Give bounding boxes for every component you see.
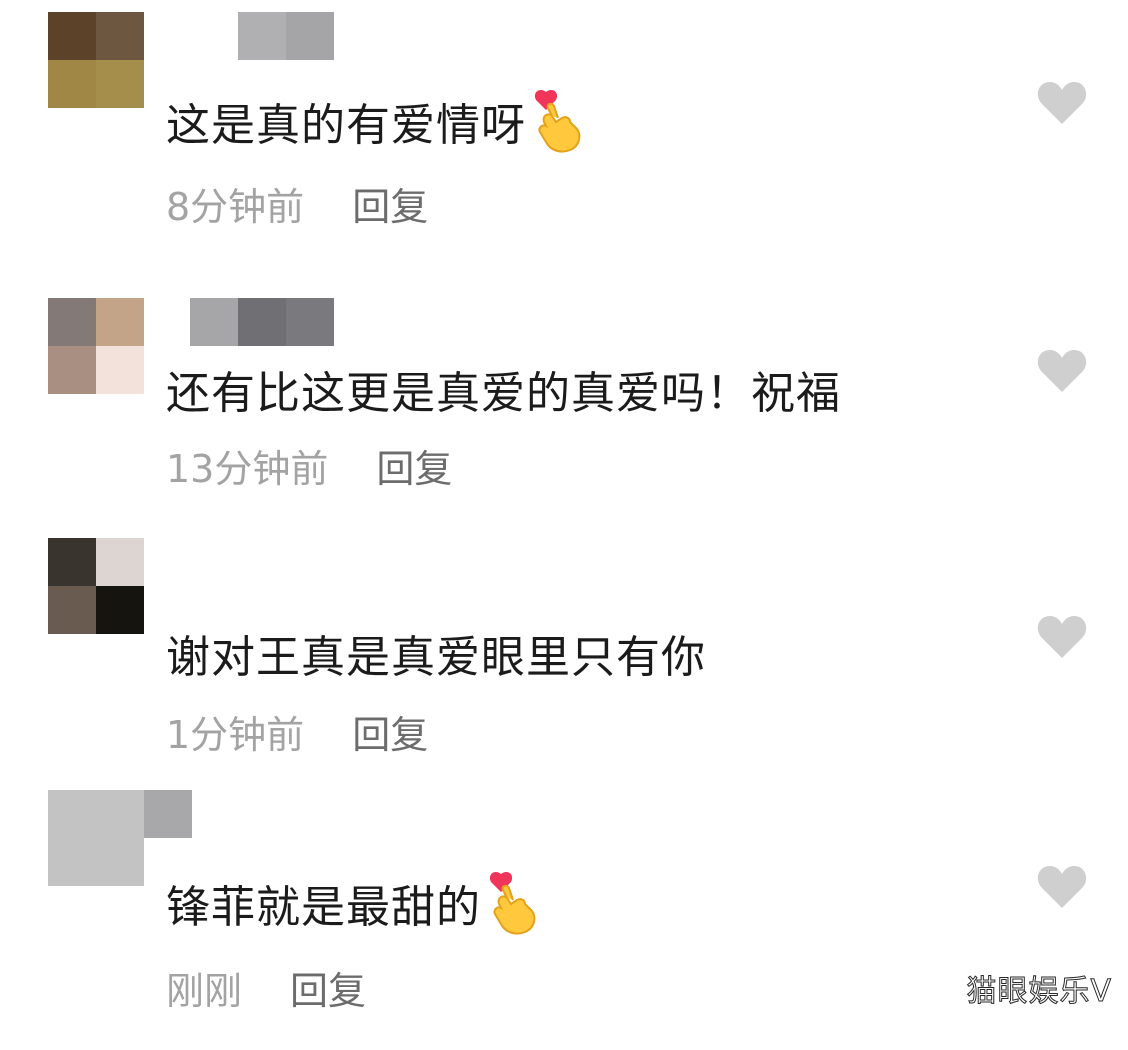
comment-item: 还有比这更是真爱的真爱吗！祝福 13分钟前 回复 (0, 298, 1128, 558)
reply-button[interactable]: 回复 (376, 438, 452, 493)
finger-heart-emoji-icon (534, 89, 581, 153)
heart-icon[interactable] (1036, 612, 1088, 660)
reply-button[interactable]: 回复 (290, 960, 366, 1015)
comment-text: 谢对王真是真爱眼里只有你 (166, 618, 706, 688)
username-blur-block (238, 12, 286, 60)
username-blurred[interactable] (190, 298, 334, 346)
comment-time: 刚刚 (166, 968, 243, 1013)
comment-meta: 13分钟前 回复 (166, 442, 452, 491)
comment-text-content: 这是真的有爱情呀 (166, 100, 526, 151)
heart-icon[interactable] (1036, 346, 1088, 394)
comment-time: 13分钟前 (166, 446, 329, 491)
comment-item: 谢对王真是真爱眼里只有你 1分钟前 回复 (0, 538, 1128, 798)
avatar[interactable] (48, 790, 144, 886)
comment-time: 1分钟前 (166, 712, 305, 757)
comment-meta: 8分钟前 回复 (166, 180, 428, 229)
username-blur-block (286, 12, 334, 60)
comment-text: 还有比这更是真爱的真爱吗！祝福 (166, 354, 841, 424)
username-blur-block (144, 790, 192, 838)
heart-icon[interactable] (1036, 862, 1088, 910)
reply-button[interactable]: 回复 (352, 176, 428, 231)
comment-text-content: 锋菲就是最甜的 (166, 882, 481, 933)
heart-icon[interactable] (1036, 78, 1088, 126)
reply-button[interactable]: 回复 (352, 704, 428, 759)
username-blurred[interactable] (144, 790, 192, 838)
comment-text-content: 还有比这更是真爱的真爱吗！祝福 (166, 368, 841, 419)
comment-item: 这是真的有爱情呀 8分钟前 回复 (0, 12, 1128, 272)
avatar[interactable] (48, 538, 144, 634)
username-blurred[interactable] (238, 12, 334, 60)
avatar[interactable] (48, 12, 144, 108)
comment-meta: 1分钟前 回复 (166, 708, 428, 757)
comment-item: 锋菲就是最甜的 刚刚 回复 (0, 790, 1128, 1050)
finger-heart-emoji-icon (489, 871, 536, 935)
comment-meta: 刚刚 回复 (166, 964, 366, 1013)
comment-text: 锋菲就是最甜的 (166, 868, 541, 938)
comment-time: 8分钟前 (166, 184, 305, 229)
username-blur-block (238, 298, 286, 346)
username-blur-block (190, 298, 238, 346)
username-blur-block (286, 298, 334, 346)
watermark: 猫眼娱乐V (966, 974, 1112, 1010)
comment-text-content: 谢对王真是真爱眼里只有你 (166, 632, 706, 683)
comment-text: 这是真的有爱情呀 (166, 86, 586, 156)
avatar[interactable] (48, 298, 144, 394)
